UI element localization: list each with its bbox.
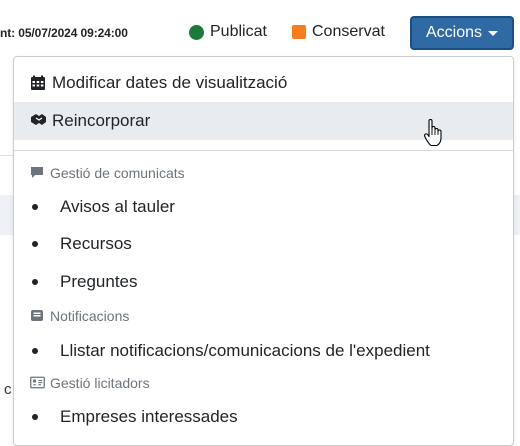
status-published: Publicat (189, 23, 267, 41)
calendar-icon (30, 75, 47, 91)
menu-header-bidders: Gestió licitadors (30, 375, 150, 391)
bullet (32, 204, 38, 210)
menu-item-label: Reincorporar (52, 111, 151, 130)
menu-header-label: Gestió de comunicats (50, 165, 185, 181)
menu-item-questions[interactable]: Preguntes (32, 272, 138, 292)
actions-dropdown-menu: Modificar dates de visualització Reincor… (13, 56, 514, 446)
bullet (32, 348, 38, 354)
background-divider (0, 155, 14, 156)
menu-item-label: Modificar dates de visualització (52, 73, 288, 92)
status-conserved: Conservat (292, 23, 385, 41)
bullet (32, 414, 38, 420)
menu-header-label: Notificacions (50, 308, 130, 324)
menu-item-modify-dates[interactable]: Modificar dates de visualització (14, 64, 513, 102)
menu-divider (14, 150, 513, 151)
conserved-square-icon (292, 25, 306, 39)
background-row-right (514, 195, 520, 235)
status-bar: nt: 05/07/2024 09:24:00 Publicat Conserv… (0, 0, 520, 64)
menu-item-appeals[interactable]: Recursos (32, 234, 132, 254)
caret-down-icon (488, 30, 499, 36)
bullet (32, 241, 38, 247)
menu-item-notices-board[interactable]: Avisos al tauler (32, 197, 175, 217)
menu-item-label: Empreses interessades (60, 407, 238, 426)
background-row (0, 195, 14, 235)
envelope-icon (30, 309, 46, 323)
menu-item-label: Preguntes (60, 272, 138, 291)
menu-item-label: Llistar notificacions/comunicacions de l… (60, 341, 430, 360)
actions-dropdown-button[interactable]: Accions (410, 16, 514, 50)
hand-icon (30, 113, 47, 129)
menu-item-interested-companies[interactable]: Empreses interessades (32, 407, 238, 427)
menu-header-communications: Gestió de comunicats (30, 165, 185, 181)
hand-pointer-cursor-icon (424, 119, 442, 147)
actions-button-label: Accions (425, 24, 483, 41)
timestamp-label: nt: 05/07/2024 09:24:00 (0, 26, 128, 40)
background-text-fragment: c (4, 381, 12, 398)
bullet (32, 279, 38, 285)
comment-icon (30, 166, 46, 180)
status-published-label: Publicat (210, 23, 267, 40)
id-card-icon (30, 376, 46, 390)
menu-header-notifications: Notificacions (30, 308, 129, 324)
menu-item-label: Recursos (60, 234, 132, 253)
menu-header-label: Gestió licitadors (50, 375, 150, 391)
menu-item-list-notifications[interactable]: Llistar notificacions/comunicacions de l… (32, 341, 430, 361)
published-dot-icon (189, 24, 204, 40)
menu-item-label: Avisos al tauler (60, 197, 175, 216)
status-conserved-label: Conservat (312, 23, 385, 40)
